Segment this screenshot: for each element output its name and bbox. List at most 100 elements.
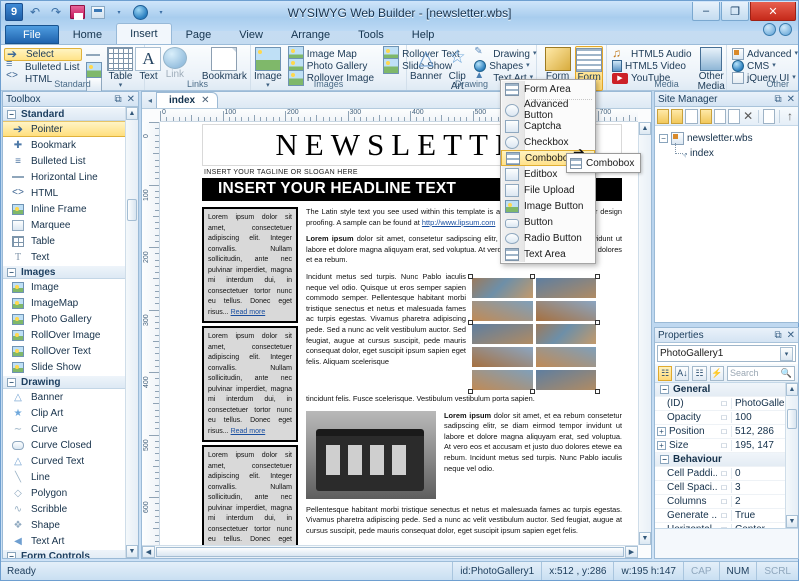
bottom-paragraph[interactable]: Pellentesque habitant morbi tristique se…	[306, 505, 622, 537]
tab-file[interactable]: File	[5, 25, 59, 44]
toolbox-section-images[interactable]: − Images	[3, 265, 125, 279]
property-row-columns[interactable]: Columns □ 2	[655, 495, 785, 509]
scroll-down-icon[interactable]: ▼	[639, 532, 651, 545]
scroll-right-icon[interactable]: ▶	[625, 546, 638, 558]
duplicate-page-icon[interactable]	[728, 108, 741, 124]
properties-scrollbar[interactable]: ▲ ▼	[785, 383, 798, 528]
tab-help[interactable]: Help	[398, 25, 449, 44]
toolbox-section-standard[interactable]: − Standard	[3, 107, 125, 121]
value-editor-icon[interactable]: □	[717, 399, 731, 408]
collapse-icon[interactable]: −	[7, 551, 16, 558]
events-icon[interactable]: ⚡	[709, 365, 724, 381]
scroll-up-icon[interactable]: ▲	[639, 122, 651, 135]
value-editor-icon[interactable]: □	[717, 483, 731, 492]
close-button[interactable]: ✕	[750, 2, 796, 21]
flow-tail-paragraph[interactable]: tincidunt felis. Fusce scelerisque. Vest…	[306, 394, 622, 405]
toolbox-section-form-controls[interactable]: − Form Controls	[3, 549, 125, 558]
new-folder-icon[interactable]	[699, 108, 712, 124]
toolbox-item-html[interactable]: <> HTML	[3, 185, 125, 201]
sidebar-box[interactable]: Lorem ipsum dolor sit amet, consectetuer…	[202, 207, 298, 323]
ribbon-bookmark-button[interactable]: Bookmark	[202, 46, 247, 82]
gallery-thumb[interactable]	[472, 346, 533, 367]
toolbox-item-polygon[interactable]: ◇ Polygon	[3, 485, 125, 501]
toolbox-item-curve[interactable]: ∼ Curve	[3, 421, 125, 437]
gallery-thumb[interactable]	[535, 300, 596, 321]
chevron-down-icon[interactable]: ▾	[780, 346, 793, 361]
property-row-position[interactable]: + Position □ 512, 286	[655, 425, 785, 439]
expand-icon[interactable]: +	[657, 441, 666, 450]
new-link-icon[interactable]	[685, 108, 698, 124]
toolbox-item-banner[interactable]: △ Banner	[3, 389, 125, 405]
ribbon-inline-frame-button[interactable]	[84, 62, 105, 78]
resize-handle-w[interactable]	[468, 319, 473, 325]
ribbon-html5-audio-button[interactable]: ♫ HTML5 Audio	[610, 46, 695, 60]
flow-text[interactable]: Incidunt metus sed turpis. Nunc Pablo ia…	[306, 272, 466, 390]
gallery-thumb[interactable]	[472, 369, 533, 390]
gallery-thumb[interactable]	[535, 346, 596, 367]
close-icon[interactable]: ✕	[127, 94, 135, 105]
resize-handle-nw[interactable]	[468, 273, 473, 279]
site-manager-toolbar[interactable]: ✕ ↑	[655, 107, 798, 126]
toolbox-item-inline-frame[interactable]: Inline Frame	[3, 201, 125, 217]
toolbox-item-imagemap[interactable]: ImageMap	[3, 295, 125, 311]
gallery-thumb[interactable]	[472, 300, 533, 321]
toolbox-item-line[interactable]: ╲ Line	[3, 469, 125, 485]
ribbon-html5-video-button[interactable]: HTML5 Video	[610, 60, 695, 72]
expand-icon[interactable]: +	[657, 427, 666, 436]
minimize-ribbon-icon[interactable]	[763, 23, 776, 36]
scrollbar-thumb[interactable]	[787, 409, 797, 429]
hscroll-thumb[interactable]	[156, 547, 624, 557]
toolbox-item-shape[interactable]: ❖ Shape	[3, 517, 125, 533]
read-more-link[interactable]: Read more	[231, 309, 266, 316]
value-editor-icon[interactable]: □	[717, 441, 731, 450]
property-category-behaviour[interactable]: − Behaviour	[655, 453, 785, 467]
menu-item-captcha[interactable]: Captcha	[501, 118, 595, 134]
resize-handle-n[interactable]	[530, 273, 535, 279]
toolbox-item-horizontal-line[interactable]: Horizontal Line	[3, 169, 125, 185]
collapse-icon[interactable]: −	[660, 455, 669, 464]
canvas-vertical-scrollbar[interactable]: ▲ ▼	[638, 122, 651, 545]
value-editor-icon[interactable]: □	[717, 511, 731, 520]
menu-item-button[interactable]: Button	[501, 214, 595, 230]
collapse-icon[interactable]: −	[7, 377, 16, 387]
close-icon[interactable]: ✕	[201, 95, 209, 106]
new-secure-page-icon[interactable]	[671, 108, 684, 124]
close-icon[interactable]: ✕	[787, 330, 795, 341]
maximize-button[interactable]: ❐	[721, 2, 749, 21]
ribbon-cms-button[interactable]: CMS ▾	[730, 60, 799, 72]
toolbox-item-photo-gallery[interactable]: Photo Gallery	[3, 311, 125, 327]
resize-handle-ne[interactable]	[595, 273, 600, 279]
toolbox-item-curve-closed[interactable]: Curve Closed	[3, 437, 125, 453]
move-up-icon[interactable]: ↑	[784, 109, 796, 124]
help-icons[interactable]	[763, 23, 792, 36]
gallery-thumb[interactable]	[472, 323, 533, 344]
read-more-link[interactable]: Read more	[231, 428, 266, 435]
menu-item-image-button[interactable]: Image Button	[501, 198, 595, 214]
toolbox-item-pointer[interactable]: ➔ Pointer	[3, 121, 125, 137]
categorized-icon[interactable]: ☷	[658, 365, 673, 381]
collapse-icon[interactable]: −	[659, 134, 668, 143]
edit-page-icon[interactable]	[713, 108, 727, 124]
trolley-photo[interactable]	[306, 410, 436, 499]
photo-gallery-object[interactable]	[468, 272, 600, 394]
toolbox-section-drawing[interactable]: − Drawing	[3, 375, 125, 389]
lipsum-link[interactable]: http://www.lipsum.com	[422, 218, 496, 227]
pin-icon[interactable]: ⧉	[114, 94, 121, 105]
gallery-thumb[interactable]	[535, 369, 596, 390]
property-row-size[interactable]: + Size □ 195, 147	[655, 439, 785, 453]
value-editor-icon[interactable]: □	[717, 469, 731, 478]
toolbox-item-curved-text[interactable]: △ Curved Text	[3, 453, 125, 469]
toolbox-item-rollover-text[interactable]: RollOver Text	[3, 343, 125, 359]
object-selector-combo[interactable]: PhotoGallery1 ▾	[657, 345, 796, 362]
properties-search-input[interactable]: Search 🔍	[726, 365, 796, 381]
property-row-cell-spacing[interactable]: Cell Spaci... □ 3	[655, 481, 785, 495]
toolbox-item-rollover-image[interactable]: RollOver Image	[3, 327, 125, 343]
new-page-icon[interactable]	[657, 108, 670, 124]
help-icon[interactable]	[779, 23, 792, 36]
property-row-opacity[interactable]: Opacity □ 100	[655, 411, 785, 425]
alphabetical-icon[interactable]: A↓	[675, 365, 690, 381]
properties-toolbar[interactable]: ☷ A↓ ☷ ⚡ Search 🔍	[655, 364, 798, 383]
resize-handle-se[interactable]	[595, 388, 600, 394]
resize-handle-e[interactable]	[595, 319, 600, 325]
collapse-icon[interactable]: −	[7, 267, 16, 277]
